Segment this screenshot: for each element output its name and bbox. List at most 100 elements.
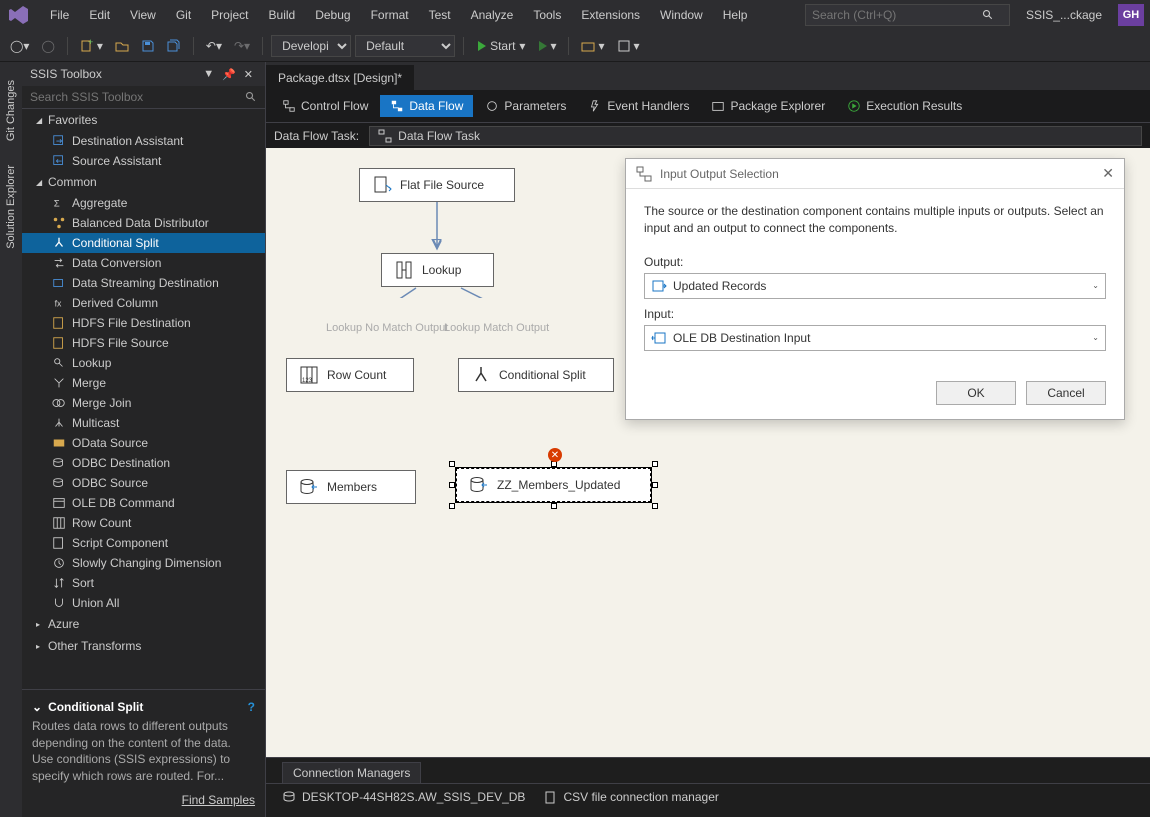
connection-managers-panel: Connection Managers DESKTOP-44SH82S.AW_S… [266,757,1150,817]
solution-name[interactable]: SSIS_...ckage [1020,6,1108,24]
item-row-count[interactable]: Row Count [22,513,265,533]
item-derived-column[interactable]: fxDerived Column [22,293,265,313]
item-oledb-command[interactable]: OLE DB Command [22,493,265,513]
item-data-streaming-destination[interactable]: Data Streaming Destination [22,273,265,293]
node-members[interactable]: Members [286,470,416,504]
group-other-transforms[interactable]: ▸Other Transforms [22,635,265,657]
nav-back-icon[interactable]: ◯▾ [6,37,33,55]
node-zz-members-updated[interactable]: ZZ_Members_Updated [456,468,651,502]
group-azure[interactable]: ▸Azure [22,613,265,635]
connection-managers-tab[interactable]: Connection Managers [282,762,421,783]
config-select[interactable]: Developi [271,35,351,57]
dft-select[interactable]: Data Flow Task [369,126,1142,146]
db-dest-icon [299,477,319,497]
output-select[interactable]: Updated Records⌄ [644,273,1106,299]
menu-test[interactable]: Test [419,4,461,26]
nav-fwd-icon[interactable]: ◯ [37,37,58,55]
menu-analyze[interactable]: Analyze [461,4,524,26]
menu-edit[interactable]: Edit [79,4,120,26]
item-odbc-source[interactable]: ODBC Source [22,473,265,493]
item-multicast[interactable]: Multicast [22,413,265,433]
menu-view[interactable]: View [120,4,166,26]
toolbox-close-icon[interactable]: ✕ [240,68,257,81]
search-input[interactable] [812,8,982,22]
search-box[interactable] [805,4,1010,26]
item-source-assistant[interactable]: Source Assistant [22,151,265,171]
dtab-event-handlers[interactable]: Event Handlers [578,95,699,117]
toolbox-tree[interactable]: ◢Favorites Destination Assistant Source … [22,109,265,689]
find-samples-link[interactable]: Find Samples [182,793,255,807]
toolbox-pin-icon[interactable]: 📌 [218,68,240,81]
conn-item-db[interactable]: DESKTOP-44SH82S.AW_SSIS_DEV_DB [282,790,525,804]
data-flow-canvas[interactable]: Flat File Source Lookup 123 Row Count Co… [266,148,1150,757]
lookup-icon [52,356,66,370]
node-conditional-split[interactable]: Conditional Split [458,358,614,392]
control-flow-icon [282,99,296,113]
item-conditional-split[interactable]: Conditional Split [22,233,265,253]
dtab-data-flow[interactable]: Data Flow [380,95,473,117]
item-script-component[interactable]: Script Component [22,533,265,553]
dtab-package-explorer[interactable]: Package Explorer [701,95,835,117]
menu-git[interactable]: Git [166,4,201,26]
toolbox-search-input[interactable] [30,90,245,104]
node-row-count[interactable]: 123 Row Count [286,358,414,392]
cancel-button[interactable]: Cancel [1026,381,1106,405]
save-all-icon[interactable] [163,37,185,55]
dialog-titlebar[interactable]: Input Output Selection ✕ [626,159,1124,189]
menu-project[interactable]: Project [201,4,258,26]
item-destination-assistant[interactable]: Destination Assistant [22,131,265,151]
node-flat-file-source[interactable]: Flat File Source [359,168,515,202]
group-favorites[interactable]: ◢Favorites [22,109,265,131]
new-item-icon[interactable]: +▾ [76,37,107,55]
item-merge[interactable]: Merge [22,373,265,393]
ok-button[interactable]: OK [936,381,1016,405]
dtab-parameters[interactable]: Parameters [475,95,576,117]
item-aggregate[interactable]: ΣAggregate [22,193,265,213]
item-sort[interactable]: Sort [22,573,265,593]
menu-file[interactable]: File [40,4,79,26]
user-badge[interactable]: GH [1118,4,1144,26]
dialog-close-icon[interactable]: ✕ [1102,165,1114,182]
dtab-execution-results[interactable]: Execution Results [837,95,972,117]
item-scd[interactable]: Slowly Changing Dimension [22,553,265,573]
dialog-message: The source or the destination component … [644,203,1106,237]
node-lookup[interactable]: Lookup [381,253,494,287]
document-tab[interactable]: Package.dtsx [Design]* [266,65,414,90]
rail-solution-explorer[interactable]: Solution Explorer [3,157,19,257]
item-odbc-destination[interactable]: ODBC Destination [22,453,265,473]
save-icon[interactable] [137,37,159,55]
item-lookup[interactable]: Lookup [22,353,265,373]
item-odata-source[interactable]: OData Source [22,433,265,453]
redo-icon[interactable]: ↷▾ [230,37,254,55]
menu-help[interactable]: Help [713,4,758,26]
item-balanced-data-distributor[interactable]: Balanced Data Distributor [22,213,265,233]
item-union-all[interactable]: Union All [22,593,265,613]
menu-format[interactable]: Format [361,4,419,26]
menu-tools[interactable]: Tools [523,4,571,26]
menu-extensions[interactable]: Extensions [571,4,650,26]
menu-build[interactable]: Build [259,4,306,26]
toolbox-dropdown-icon[interactable]: ▼ [199,68,218,80]
open-icon[interactable] [111,37,133,55]
variables-icon[interactable]: ▾ [613,37,644,55]
input-select[interactable]: OLE DB Destination Input⌄ [644,325,1106,351]
menu-debug[interactable]: Debug [305,4,360,26]
item-hdfs-file-destination[interactable]: HDFS File Destination [22,313,265,333]
item-merge-join[interactable]: Merge Join [22,393,265,413]
rail-git-changes[interactable]: Git Changes [3,72,19,149]
start-button[interactable]: Start ▾ [472,37,531,55]
toolbox-icon[interactable]: ▾ [577,37,608,55]
item-data-conversion[interactable]: Data Conversion [22,253,265,273]
toolbox-search[interactable] [22,86,265,109]
start-no-debug-icon[interactable]: ▾ [535,37,560,55]
platform-select[interactable]: Default [355,35,455,57]
menu-window[interactable]: Window [650,4,713,26]
conn-item-csv[interactable]: CSV file connection manager [543,790,718,804]
error-icon: ✕ [548,448,562,462]
group-common[interactable]: ◢Common [22,171,265,193]
source-assistant-icon [52,154,66,168]
help-icon[interactable]: ? [248,700,255,714]
item-hdfs-file-source[interactable]: HDFS File Source [22,333,265,353]
dtab-control-flow[interactable]: Control Flow [272,95,378,117]
undo-icon[interactable]: ↶▾ [202,37,226,55]
